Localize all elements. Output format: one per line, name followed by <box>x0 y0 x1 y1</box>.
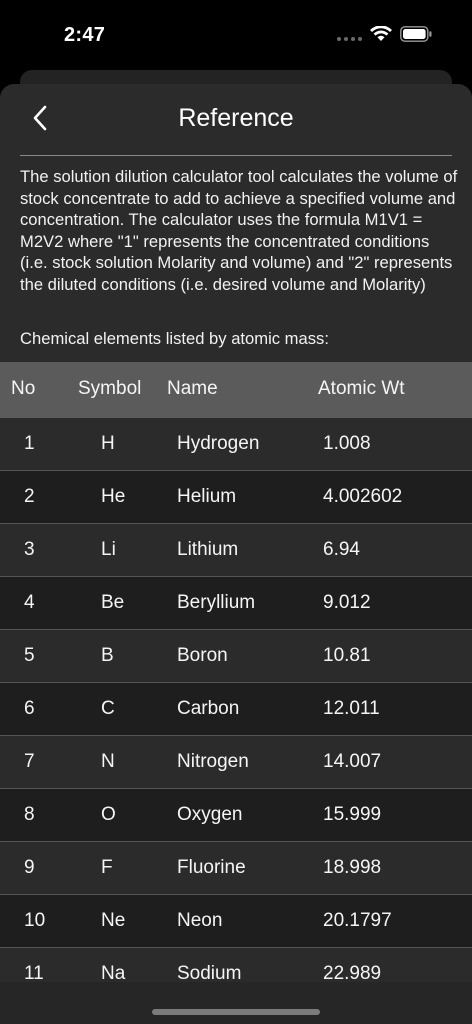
cell-atomic-weight: 15.999 <box>323 804 382 825</box>
header-no: No <box>11 378 36 399</box>
cell-atomic-weight: 10.81 <box>323 645 371 666</box>
cell-name: Hydrogen <box>177 433 260 454</box>
header-atomic-weight: Atomic Wt <box>318 378 405 399</box>
table-row: 1 H Hydrogen 1.008 <box>0 418 472 471</box>
table-row: 7 N Nitrogen 14.007 <box>0 736 472 789</box>
cellular-signal-icon <box>337 27 362 41</box>
status-indicators <box>337 26 432 42</box>
cell-no: 7 <box>24 751 35 772</box>
cell-name: Boron <box>177 645 228 666</box>
home-bar-area <box>0 982 472 1024</box>
cell-atomic-weight: 14.007 <box>323 751 382 772</box>
wifi-icon <box>370 26 392 42</box>
cell-name: Nitrogen <box>177 751 249 772</box>
reference-sheet: Reference The solution dilution calculat… <box>0 84 472 1024</box>
status-bar: 2:47 <box>0 0 472 70</box>
table-row: 2 He Helium 4.002602 <box>0 471 472 524</box>
divider <box>20 155 452 156</box>
cell-atomic-weight: 6.94 <box>323 539 360 560</box>
cell-symbol: F <box>101 857 113 878</box>
header-symbol: Symbol <box>78 378 142 399</box>
cell-symbol: C <box>101 698 115 719</box>
table-row: 6 C Carbon 12.011 <box>0 683 472 736</box>
cell-symbol: O <box>101 804 116 825</box>
cell-symbol: H <box>101 433 115 454</box>
home-indicator[interactable] <box>152 1009 320 1015</box>
table-row: 10 Ne Neon 20.1797 <box>0 895 472 948</box>
cell-no: 9 <box>24 857 35 878</box>
cell-no: 6 <box>24 698 35 719</box>
cell-atomic-weight: 18.998 <box>323 857 382 878</box>
cell-symbol: Li <box>101 539 116 560</box>
cell-atomic-weight: 12.011 <box>323 698 380 719</box>
status-time: 2:47 <box>64 24 106 46</box>
cell-no: 3 <box>24 539 35 560</box>
table-row: 3 Li Lithium 6.94 <box>0 524 472 577</box>
cell-symbol: B <box>101 645 114 666</box>
cell-name: Helium <box>177 486 237 507</box>
description-text: The solution dilution calculator tool ca… <box>20 167 458 294</box>
table-row: 4 Be Beryllium 9.012 <box>0 577 472 630</box>
header-name: Name <box>167 378 218 399</box>
cell-no: 4 <box>24 592 35 613</box>
cell-no: 1 <box>24 433 35 454</box>
table-row: 5 B Boron 10.81 <box>0 630 472 683</box>
cell-no: 8 <box>24 804 35 825</box>
cell-atomic-weight: 20.1797 <box>323 910 392 931</box>
table-header: No Symbol Name Atomic Wt <box>0 362 472 418</box>
elements-table[interactable]: 1 H Hydrogen 1.008 2 He Helium 4.002602 … <box>0 418 472 1001</box>
cell-symbol: Ne <box>101 910 126 931</box>
cell-name: Carbon <box>177 698 240 719</box>
cell-symbol: Be <box>101 592 125 613</box>
cell-atomic-weight: 4.002602 <box>323 486 403 507</box>
cell-atomic-weight: 1.008 <box>323 433 371 454</box>
cell-symbol: N <box>101 751 115 772</box>
cell-name: Oxygen <box>177 804 243 825</box>
battery-icon <box>400 26 432 42</box>
cell-name: Beryllium <box>177 592 256 613</box>
cell-symbol: He <box>101 486 126 507</box>
table-row: 9 F Fluorine 18.998 <box>0 842 472 895</box>
cell-name: Fluorine <box>177 857 246 878</box>
navigation-bar: Reference <box>0 84 472 156</box>
list-caption: Chemical elements listed by atomic mass: <box>20 329 329 348</box>
cell-name: Lithium <box>177 539 239 560</box>
cell-no: 2 <box>24 486 35 507</box>
cell-no: 5 <box>24 645 35 666</box>
cell-no: 10 <box>24 910 46 931</box>
cell-atomic-weight: 9.012 <box>323 592 371 613</box>
cell-name: Neon <box>177 910 223 931</box>
page-title: Reference <box>178 104 294 132</box>
table-row: 8 O Oxygen 15.999 <box>0 789 472 842</box>
